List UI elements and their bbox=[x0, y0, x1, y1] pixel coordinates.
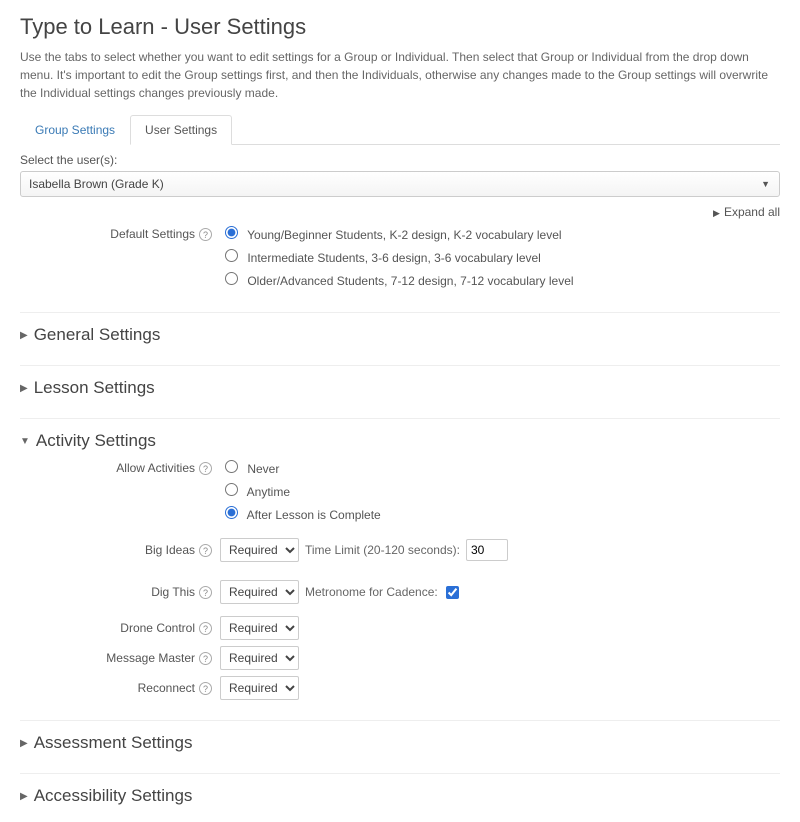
drone-control-select[interactable]: Required bbox=[220, 616, 299, 640]
default-young-option[interactable]: Young/Beginner Students, K-2 design, K-2… bbox=[220, 223, 780, 246]
dig-this-select[interactable]: Required bbox=[220, 580, 299, 604]
default-settings-label: Default Settings? bbox=[20, 223, 220, 245]
default-intermediate-radio[interactable] bbox=[225, 249, 238, 262]
drone-control-label: Drone Control? bbox=[20, 617, 220, 639]
allow-after-option[interactable]: After Lesson is Complete bbox=[220, 503, 780, 526]
select-user-label: Select the user(s): bbox=[20, 153, 780, 167]
section-lesson[interactable]: ▶ Lesson Settings bbox=[20, 365, 780, 398]
help-icon[interactable]: ? bbox=[199, 622, 212, 635]
caret-right-icon: ▶ bbox=[20, 383, 28, 394]
allow-never-radio[interactable] bbox=[225, 460, 238, 473]
default-older-radio[interactable] bbox=[225, 272, 238, 285]
allow-anytime-option[interactable]: Anytime bbox=[220, 480, 780, 503]
page-title: Type to Learn - User Settings bbox=[20, 14, 780, 40]
help-icon[interactable]: ? bbox=[199, 586, 212, 599]
help-icon[interactable]: ? bbox=[199, 544, 212, 557]
allow-never-option[interactable]: Never bbox=[220, 457, 780, 480]
help-icon[interactable]: ? bbox=[199, 228, 212, 241]
default-young-radio[interactable] bbox=[225, 226, 238, 239]
help-icon[interactable]: ? bbox=[199, 652, 212, 665]
time-limit-input[interactable] bbox=[466, 539, 508, 561]
section-assessment[interactable]: ▶ Assessment Settings bbox=[20, 720, 780, 753]
message-master-select[interactable]: Required bbox=[220, 646, 299, 670]
tab-group-settings[interactable]: Group Settings bbox=[20, 115, 130, 145]
intro-text: Use the tabs to select whether you want … bbox=[20, 48, 780, 102]
allow-after-radio[interactable] bbox=[225, 506, 238, 519]
metronome-label: Metronome for Cadence: bbox=[305, 585, 438, 599]
allow-anytime-radio[interactable] bbox=[225, 483, 238, 496]
expand-all-link[interactable]: ▶Expand all bbox=[20, 205, 780, 219]
tab-user-settings[interactable]: User Settings bbox=[130, 115, 232, 145]
caret-down-icon: ▼ bbox=[20, 436, 30, 447]
big-ideas-label: Big Ideas? bbox=[20, 539, 220, 561]
reconnect-label: Reconnect? bbox=[20, 677, 220, 699]
dig-this-label: Dig This? bbox=[20, 581, 220, 603]
section-activity[interactable]: ▼ Activity Settings bbox=[20, 418, 780, 451]
default-intermediate-option[interactable]: Intermediate Students, 3-6 design, 3-6 v… bbox=[220, 246, 780, 269]
reconnect-select[interactable]: Required bbox=[220, 676, 299, 700]
message-master-label: Message Master? bbox=[20, 647, 220, 669]
metronome-checkbox[interactable] bbox=[446, 586, 459, 599]
section-accessibility[interactable]: ▶ Accessibility Settings bbox=[20, 773, 780, 806]
caret-right-icon: ▶ bbox=[20, 791, 28, 802]
help-icon[interactable]: ? bbox=[199, 682, 212, 695]
default-older-option[interactable]: Older/Advanced Students, 7-12 design, 7-… bbox=[220, 269, 780, 292]
user-select[interactable]: Isabella Brown (Grade K) bbox=[20, 171, 780, 197]
allow-activities-label: Allow Activities? bbox=[20, 457, 220, 479]
time-limit-label: Time Limit (20-120 seconds): bbox=[305, 543, 460, 557]
section-general[interactable]: ▶ General Settings bbox=[20, 312, 780, 345]
tab-bar: Group Settings User Settings bbox=[20, 114, 780, 145]
help-icon[interactable]: ? bbox=[199, 462, 212, 475]
big-ideas-select[interactable]: Required bbox=[220, 538, 299, 562]
caret-right-icon: ▶ bbox=[20, 738, 28, 749]
caret-right-icon: ▶ bbox=[20, 330, 28, 341]
caret-right-icon: ▶ bbox=[713, 208, 720, 218]
